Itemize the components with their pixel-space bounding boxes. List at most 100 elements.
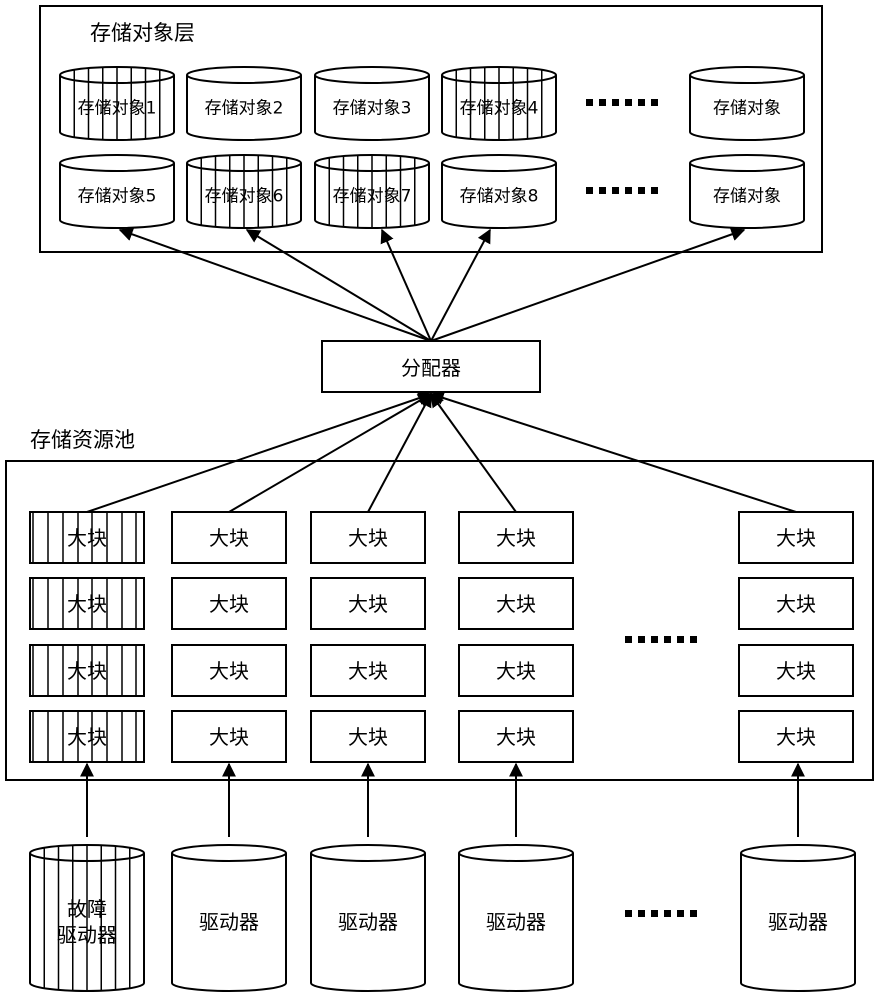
storage-object: 存储对象1: [59, 66, 175, 141]
cylinder-label: 存储对象4: [460, 98, 539, 118]
block-label: 大块: [496, 659, 536, 683]
block-label: 大块: [67, 592, 107, 616]
storage-block: 大块: [738, 511, 854, 564]
ellipsis-dot: [586, 99, 593, 106]
storage-pool-title: 存储资源池: [30, 428, 135, 452]
storage-object: 存储对象6: [186, 154, 302, 229]
cylinder-label: 驱动器: [338, 910, 398, 934]
drive: 驱动器: [740, 844, 856, 992]
ellipsis-dot: [651, 187, 658, 194]
storage-block: 大块: [171, 577, 287, 630]
cylinder-top: [310, 844, 426, 862]
ellipsis-dot: [625, 910, 632, 917]
storage-block: 大块: [458, 644, 574, 697]
cylinder-label: 存储对象5: [78, 186, 157, 206]
storage-block: 大块: [29, 644, 145, 697]
storage-object: 存储对象3: [314, 66, 430, 141]
storage-object: 存储对象: [689, 154, 805, 229]
block-label: 大块: [496, 592, 536, 616]
block-label: 大块: [348, 725, 388, 749]
storage-block: 大块: [310, 644, 426, 697]
block-label: 大块: [67, 725, 107, 749]
block-label: 大块: [496, 725, 536, 749]
storage-block: 大块: [29, 710, 145, 763]
storage-blocks: 大块大块大块大块大块大块大块大块大块大块大块大块大块大块大块大块大块大块大块大块: [29, 391, 854, 763]
ellipsis-dot: [664, 636, 671, 643]
ellipsis-dot: [638, 187, 645, 194]
ellipsis-dot: [677, 910, 684, 917]
storage-block: 大块: [738, 644, 854, 697]
block-label: 大块: [67, 659, 107, 683]
ellipsis-dot: [638, 636, 645, 643]
cylinder-label: 存储对象: [713, 186, 781, 206]
ellipsis-dot: [612, 187, 619, 194]
cylinder-label: 故障: [67, 897, 107, 921]
storage-object: 存储对象5: [59, 154, 175, 229]
ellipsis-dot: [625, 99, 632, 106]
ellipsis-dot: [677, 636, 684, 643]
storage-block: 大块: [458, 511, 574, 564]
storage-block: 大块: [738, 710, 854, 763]
ellipsis-dot: [638, 99, 645, 106]
cylinder-top: [186, 66, 302, 84]
cylinder-label: 驱动器: [57, 923, 117, 947]
storage-block: 大块: [29, 511, 145, 564]
block-label: 大块: [776, 526, 816, 550]
cylinder-label: 存储对象1: [78, 98, 157, 118]
allocator-label: 分配器: [401, 356, 461, 380]
storage-block: 大块: [29, 577, 145, 630]
block-label: 大块: [209, 592, 249, 616]
cylinder-label: 存储对象7: [333, 186, 412, 206]
ellipsis-dot: [638, 910, 645, 917]
storage-object: 存储对象4: [441, 66, 557, 141]
cylinder-top: [689, 66, 805, 84]
drives: 故障驱动器驱动器 驱动器 驱动器 驱动器: [29, 762, 856, 992]
cylinder-label: 驱动器: [199, 910, 259, 934]
ellipsis-dot: [651, 636, 658, 643]
block-label: 大块: [496, 526, 536, 550]
arrow-to-object: [430, 227, 746, 342]
block-label: 大块: [348, 659, 388, 683]
block-label: 大块: [67, 526, 107, 550]
ellipsis-dot: [612, 99, 619, 106]
storage-object-layer-title: 存储对象层: [90, 21, 195, 45]
ellipsis-dot: [625, 636, 632, 643]
block-label: 大块: [776, 659, 816, 683]
storage-architecture-diagram: 存储对象层 存储对象1 存储对象2 存储对象3 存储对象4 存储对象存储对象5 存储对象6…: [5, 5, 874, 992]
block-label: 大块: [209, 725, 249, 749]
cylinder-label: 存储对象3: [333, 98, 412, 118]
storage-object: 存储对象2: [186, 66, 302, 141]
storage-block: 大块: [458, 710, 574, 763]
cylinder-top: [59, 154, 175, 172]
cylinder-top: [314, 66, 430, 84]
arrow-to-object: [380, 228, 432, 342]
storage-objects: 存储对象1 存储对象2 存储对象3 存储对象4 存储对象存储对象5 存储对象6 存储对象7 存…: [59, 66, 805, 229]
ellipsis-dot: [690, 636, 697, 643]
storage-block: 大块: [310, 710, 426, 763]
storage-block: 大块: [738, 577, 854, 630]
ellipsis-dot: [651, 99, 658, 106]
storage-block: 大块: [171, 644, 287, 697]
cylinder-label: 存储对象8: [460, 186, 539, 206]
cylinder-top: [740, 844, 856, 862]
cylinder-top: [458, 844, 574, 862]
storage-object: 存储对象8: [441, 154, 557, 229]
cylinder-label: 存储对象2: [205, 98, 284, 118]
storage-object: 存储对象: [689, 66, 805, 141]
allocation-arrows: [118, 227, 746, 342]
ellipsis-dot: [599, 99, 606, 106]
ellipsis-dot: [586, 187, 593, 194]
block-label: 大块: [776, 592, 816, 616]
storage-object: 存储对象7: [314, 154, 430, 229]
storage-block: 大块: [171, 710, 287, 763]
cylinder-top: [441, 154, 557, 172]
drive: 驱动器: [171, 844, 287, 992]
cylinder-label: 驱动器: [768, 910, 828, 934]
block-label: 大块: [776, 725, 816, 749]
storage-block: 大块: [310, 577, 426, 630]
storage-block: 大块: [310, 511, 426, 564]
ellipsis-dot: [625, 187, 632, 194]
cylinder-label: 驱动器: [486, 910, 546, 934]
storage-block: 大块: [171, 511, 287, 564]
arrow-to-allocator: [429, 391, 797, 513]
